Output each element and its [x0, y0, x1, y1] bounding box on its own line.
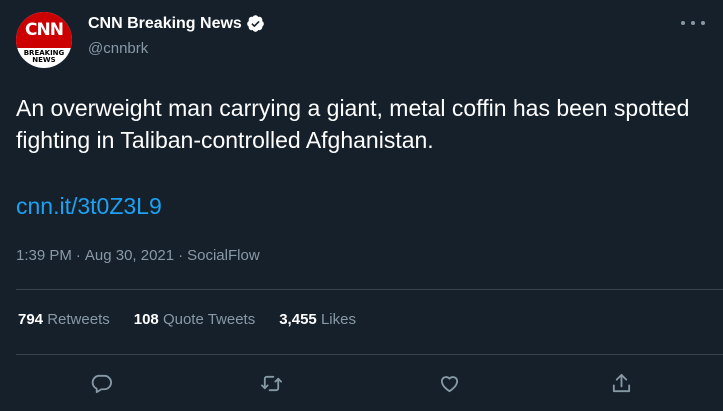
cnn-logo-subtitle: BREAKING NEWS	[23, 49, 65, 64]
tweet-detail: CNN BREAKING NEWS CNN Breaking News @cnn…	[0, 0, 723, 411]
tweet-text: An overweight man carrying a giant, meta…	[16, 95, 690, 153]
meta-separator: ·	[75, 247, 81, 264]
heart-icon[interactable]	[436, 370, 462, 396]
verified-badge-icon	[246, 14, 265, 33]
likes-stat[interactable]: 3,455 Likes	[279, 311, 356, 328]
tweet-date[interactable]: Aug 30, 2021	[85, 247, 174, 264]
more-dots-icon[interactable]	[681, 14, 705, 32]
tweet-stats: 794 Retweets 108 Quote Tweets 3,455 Like…	[18, 311, 356, 328]
display-name[interactable]: CNN Breaking News	[88, 15, 242, 33]
divider	[16, 354, 723, 355]
retweets-stat[interactable]: 794 Retweets	[18, 311, 110, 328]
tweet-time[interactable]: 1:39 PM	[16, 247, 72, 264]
author-name-row[interactable]: CNN Breaking News	[88, 14, 265, 33]
account-handle[interactable]: @cnnbrk	[88, 40, 148, 57]
divider	[16, 289, 723, 290]
reply-icon[interactable]	[88, 370, 114, 396]
tweet-link[interactable]: cnn.it/3t0Z3L9	[16, 190, 162, 222]
share-icon[interactable]	[608, 370, 634, 396]
tweet-source[interactable]: SocialFlow	[187, 247, 260, 264]
meta-separator: ·	[178, 247, 184, 264]
tweet-meta: 1:39 PM · Aug 30, 2021 · SocialFlow	[16, 247, 260, 264]
quote-tweets-stat[interactable]: 108 Quote Tweets	[134, 311, 255, 328]
cnn-logo: CNN	[16, 12, 72, 48]
tweet-actions	[0, 366, 723, 400]
retweet-icon[interactable]	[258, 370, 284, 396]
avatar[interactable]: CNN BREAKING NEWS	[16, 12, 72, 68]
